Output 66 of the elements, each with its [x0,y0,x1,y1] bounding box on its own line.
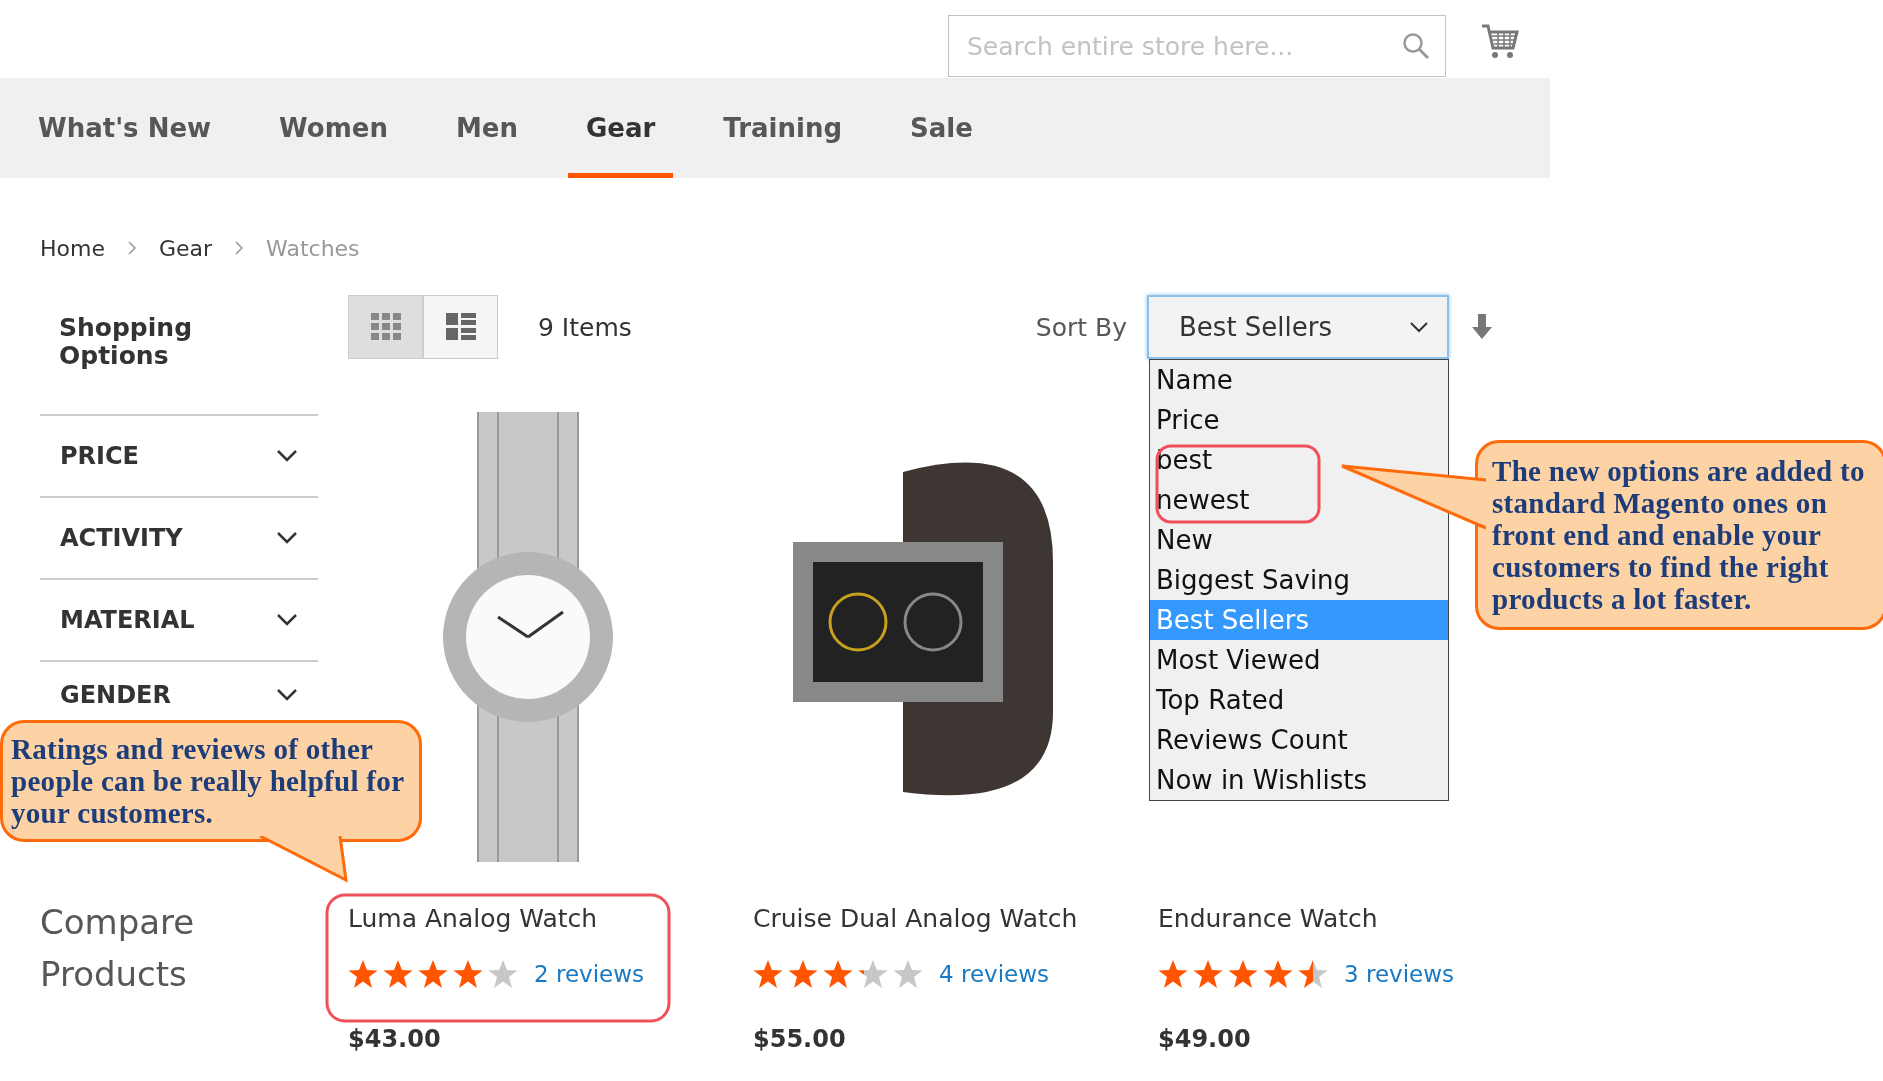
breadcrumb-link[interactable]: Gear [158,235,213,261]
filter-header[interactable]: GENDER [40,662,318,718]
star-icon [383,959,413,989]
grid-view-button[interactable] [348,295,423,359]
nav-tab[interactable]: Sale [892,78,991,178]
search-icon[interactable] [1402,32,1430,60]
dropdown-option[interactable]: Now in Wishlists [1150,760,1448,800]
star-icon [1263,959,1293,989]
filter-header[interactable]: ACTIVITY [40,498,318,580]
product-name[interactable]: Luma Analog Watch [348,904,713,933]
star-icon [893,959,923,989]
sort-direction-arrow-icon[interactable] [1471,314,1493,340]
reviews-link[interactable]: 4 reviews [939,961,1049,987]
dropdown-option[interactable]: Name [1150,360,1448,400]
chevron-icon [126,241,137,255]
filter-header[interactable]: PRICE [40,416,318,498]
list-view-button[interactable] [423,295,498,359]
product-price: $55.00 [753,1025,847,1053]
chevron-icon [276,688,298,702]
sidebar-title: Shopping Options [58,312,194,372]
chevron-icon [276,613,298,627]
chevron-icon [1409,321,1429,333]
nav-tab[interactable]: What's New [20,78,230,178]
reviews-link[interactable]: 2 reviews [534,961,644,987]
filter-header[interactable]: MATERIAL [40,580,318,662]
chevron-icon [276,531,298,545]
breadcrumb-current: Watches [266,235,360,261]
dropdown-option[interactable]: Most Viewed [1150,640,1448,680]
product-name[interactable]: Endurance Watch [1158,904,1523,933]
product-price: $43.00 [348,1025,442,1053]
dropdown-option[interactable]: Price [1150,400,1448,440]
dropdown-option[interactable]: Biggest Saving [1150,560,1448,600]
star-icon [858,959,888,989]
star-icon [348,959,378,989]
dropdown-option[interactable]: best [1150,440,1448,480]
dropdown-option[interactable]: Reviews Count [1150,720,1448,760]
grid-icon [370,313,401,341]
breadcrumb-link[interactable]: Home [40,235,105,261]
sort-label: Sort By [1035,312,1127,342]
star-icon [1298,959,1328,989]
compare-products-title: Compare Products [40,901,196,996]
star-icon [1193,959,1223,989]
dropdown-option[interactable]: Top Rated [1150,680,1448,720]
chevron-icon [276,449,298,463]
star-icon [823,959,853,989]
item-count: 9 Items [538,312,632,342]
star-icon [753,959,783,989]
nav-tab[interactable]: Training [705,78,860,178]
dropdown-option[interactable]: New [1150,520,1448,560]
search-field[interactable]: Search entire store here... [948,15,1446,77]
star-icon [453,959,483,989]
nav-tab[interactable]: Men [437,78,536,178]
callout-text: The new options are added to standard Magento ones on front end and enable your customers to find the right products a lot faster. [1475,440,1883,630]
star-icon [418,959,448,989]
sort-dropdown[interactable]: Best Sellers [1147,295,1449,359]
star-icon [1228,959,1258,989]
nav-tab[interactable]: Women [261,78,406,178]
reviews-link[interactable]: 3 reviews [1344,961,1454,987]
star-icon [788,959,818,989]
star-icon [488,959,518,989]
nav-tab[interactable]: Gear [567,78,674,178]
list-icon [445,313,476,341]
star-icon [1158,959,1188,989]
product-name[interactable]: Cruise Dual Analog Watch [753,904,1118,933]
chevron-icon [234,241,245,255]
product-price: $49.00 [1158,1025,1252,1053]
